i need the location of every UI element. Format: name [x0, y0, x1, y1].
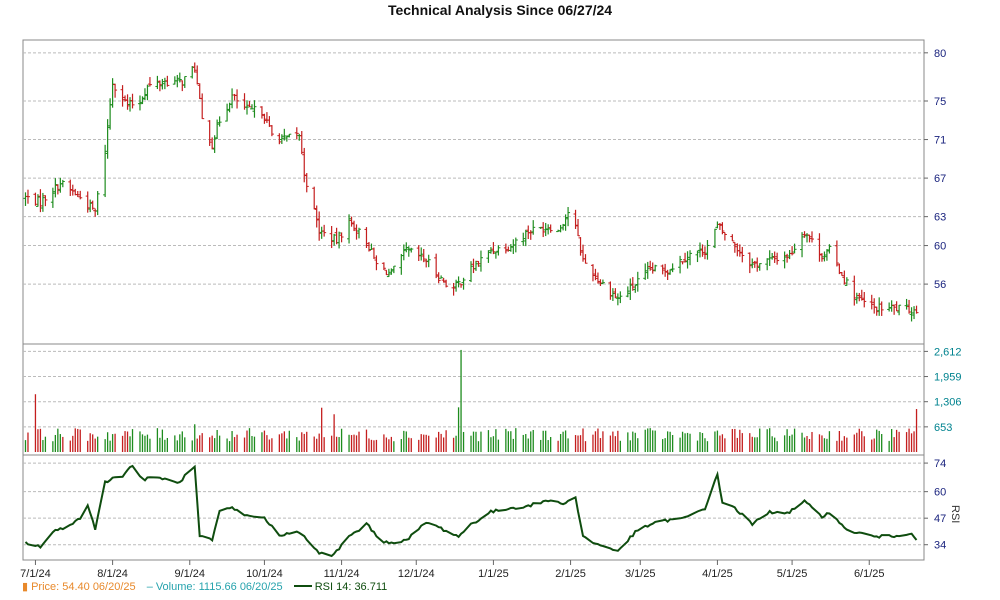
volume-axis-tick-label: 1,306 — [934, 397, 962, 409]
x-axis-tick-label: 5/1/25 — [777, 568, 808, 580]
legend-price: ▮ Price: 54.40 06/20/25 — [22, 580, 136, 593]
x-axis-tick-label: 1/1/25 — [478, 568, 509, 580]
chart-root: Technical Analysis Since 06/27/24 80 75 71… — [0, 0, 1000, 600]
price-axis-tick-label: 75 — [934, 96, 946, 108]
legend-volume: – Volume: 1115.66 06/20/25 — [147, 581, 283, 593]
legend-volume-marker: – — [146, 581, 153, 593]
x-axis-tick-label: 11/1/24 — [324, 568, 360, 580]
price-axis-tick-label: 67 — [934, 173, 946, 185]
x-axis-tick-label: 6/1/25 — [854, 568, 885, 580]
rsi-axis-tick-label: 60 — [934, 487, 946, 499]
legend-rsi-marker — [293, 581, 312, 593]
volume-axis-tick-label: 2,612 — [934, 346, 962, 358]
price-axis-tick-label: 80 — [934, 48, 946, 60]
volume-axis-tick-label: 1,959 — [934, 372, 962, 384]
legend: ▮ Price: 54.40 06/20/25 – Volume: 1115.66 … — [22, 580, 395, 593]
x-axis-tick-label: 4/1/25 — [702, 568, 733, 580]
legend-price-label: Price: 54.40 06/20/25 — [31, 581, 136, 593]
price-axis-tick-label: 71 — [934, 135, 946, 147]
price-axis-tick-label: 60 — [934, 241, 946, 253]
rsi-series-line — [24, 464, 918, 558]
volume-axis-tick-label: 653 — [934, 422, 952, 434]
x-axis-tick-label: 8/1/24 — [97, 568, 128, 580]
x-axis-tick-label: 10/1/24 — [246, 568, 283, 580]
legend-volume-label: Volume: 1115.66 06/20/25 — [155, 581, 283, 593]
rsi-axis-title: RSI — [949, 505, 961, 523]
x-axis-tick-label: 3/1/25 — [625, 568, 656, 580]
price-axis-tick-label: 56 — [934, 279, 946, 291]
plot-frame — [22, 39, 925, 561]
legend-rsi-label: RSI 14: 36.711 — [314, 581, 388, 593]
rsi-axis-tick-label: 34 — [934, 540, 946, 552]
legend-price-marker: ▮ — [22, 581, 29, 593]
rsi-axis-tick-label: 74 — [934, 458, 946, 470]
x-axis-tick-label: 9/1/24 — [174, 568, 205, 580]
rsi-axis-tick-label: 47 — [934, 513, 946, 525]
chart-svg: 80 75 71 67 63 60 56 2,612 1,959 1,306 653 74 60 47 34… — [20, 39, 962, 580]
x-axis-tick-label: 7/1/24 — [20, 568, 51, 580]
price-axis-tick-label: 63 — [934, 212, 946, 224]
legend-rsi-line-icon — [293, 585, 312, 587]
x-axis-tick-label: 12/1/24 — [398, 568, 435, 580]
legend-rsi: RSI 14: 36.711 — [293, 581, 388, 593]
x-axis-tick-label: 2/1/25 — [555, 568, 586, 580]
